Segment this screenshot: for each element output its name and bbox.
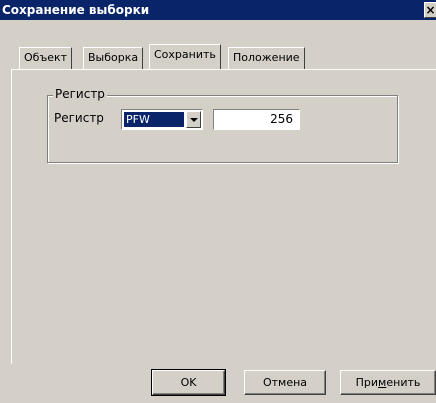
- close-button[interactable]: ×: [424, 2, 436, 18]
- tab-position[interactable]: Положение: [228, 47, 305, 69]
- tab-label: Сохранить: [154, 48, 216, 61]
- window-title: Сохранение выборки: [2, 3, 150, 17]
- tab-label: Положение: [233, 51, 300, 64]
- tab-object[interactable]: Объект: [19, 47, 73, 69]
- apply-button[interactable]: Применить: [340, 370, 436, 395]
- apply-button-label: Применить: [355, 376, 421, 389]
- register-field-label: Регистр: [54, 111, 104, 125]
- tab-label: Выборка: [88, 51, 139, 64]
- register-type-value: PFW: [124, 112, 184, 127]
- cancel-button[interactable]: Отмена: [244, 370, 326, 395]
- register-number-input[interactable]: 256: [213, 109, 300, 130]
- register-group-title: Регистр: [53, 87, 107, 101]
- tab-save[interactable]: Сохранить: [149, 44, 221, 69]
- cancel-button-label: Отмена: [262, 376, 308, 389]
- tab-label: Объект: [24, 51, 68, 64]
- ok-button-label: OK: [180, 376, 197, 389]
- chevron-down-icon[interactable]: [186, 111, 201, 128]
- register-type-combo[interactable]: PFW: [121, 109, 203, 130]
- tab-selection[interactable]: Выборка: [83, 47, 144, 69]
- window-titlebar: Сохранение выборки ×: [0, 0, 436, 20]
- ok-button[interactable]: OK: [151, 369, 226, 396]
- close-icon: ×: [425, 3, 436, 17]
